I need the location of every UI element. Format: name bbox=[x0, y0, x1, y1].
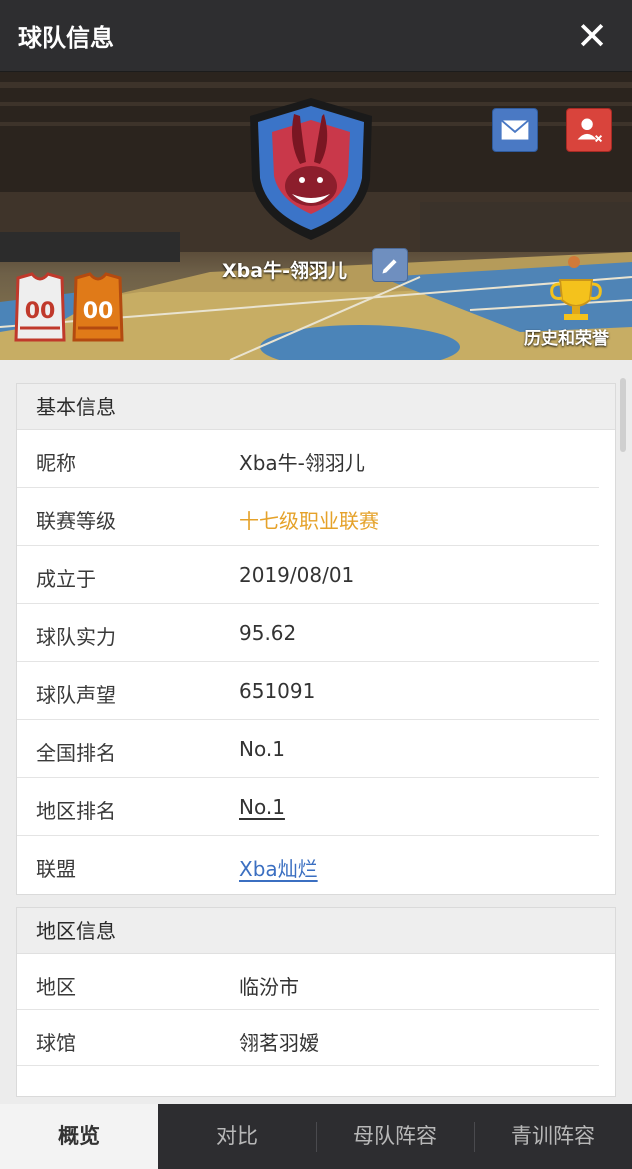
info-row-league-level: 联赛等级 十七级职业联赛 bbox=[17, 488, 599, 546]
mail-icon bbox=[501, 119, 529, 140]
team-name: Xba牛-翎羽儿 bbox=[222, 260, 347, 282]
info-row-regional-rank: 地区排名 No.1 bbox=[17, 778, 599, 836]
tab-youth-roster[interactable]: 青训阵容 bbox=[474, 1104, 632, 1169]
row-label: 全国排名 bbox=[36, 741, 116, 765]
history-honor-label: 历史和荣誉 bbox=[524, 329, 609, 349]
scrollbar[interactable] bbox=[620, 378, 626, 452]
row-label: 联盟 bbox=[36, 857, 76, 881]
tab-overview[interactable]: 概览 bbox=[0, 1104, 158, 1169]
info-row-arena: 球馆 翎茗羽嫒 bbox=[17, 1010, 599, 1066]
row-value: 十七级职业联赛 bbox=[239, 509, 379, 533]
close-icon[interactable]: ✕ bbox=[574, 16, 610, 56]
mail-button[interactable] bbox=[492, 108, 538, 152]
row-label: 昵称 bbox=[36, 451, 76, 475]
row-value: 95.62 bbox=[239, 621, 297, 645]
away-jersey-number: 00 bbox=[83, 299, 114, 324]
row-label: 地区 bbox=[36, 975, 76, 999]
info-row-national-rank: 全国排名 No.1 bbox=[17, 720, 599, 778]
bottom-tab-bar: 概览 对比 母队阵容 青训阵容 bbox=[0, 1104, 632, 1169]
pencil-icon bbox=[382, 259, 397, 274]
basic-info-panel: 基本信息 昵称 Xba牛-翎羽儿 联赛等级 十七级职业联赛 成立于 2019/0… bbox=[16, 383, 616, 895]
alliance-link[interactable]: Xba灿烂 bbox=[239, 853, 318, 882]
home-jersey[interactable]: 00 bbox=[12, 272, 68, 344]
row-label: 球队声望 bbox=[36, 683, 116, 707]
info-row-founded: 成立于 2019/08/01 bbox=[17, 546, 599, 604]
trophy-icon bbox=[550, 279, 602, 320]
jersey-icon: 00 bbox=[72, 272, 124, 342]
jersey-icon: 00 bbox=[14, 272, 66, 342]
region-info-panel: 地区信息 地区 临汾市 球馆 翎茗羽嫒 bbox=[16, 907, 616, 1097]
basic-info-title: 基本信息 bbox=[17, 384, 615, 430]
row-label: 联赛等级 bbox=[36, 509, 116, 533]
info-row-reputation: 球队声望 651091 bbox=[17, 662, 599, 720]
row-value: No.1 bbox=[239, 737, 285, 761]
row-value: Xba牛-翎羽儿 bbox=[239, 451, 365, 475]
tab-compare[interactable]: 对比 bbox=[158, 1104, 316, 1169]
tab-main-roster[interactable]: 母队阵容 bbox=[316, 1104, 474, 1169]
top-bar: 球队信息 ✕ bbox=[0, 0, 632, 72]
team-banner: Xba牛-翎羽儿 00 00 历史和荣誉 bbox=[0, 72, 632, 360]
info-row-region: 地区 临汾市 bbox=[17, 954, 599, 1010]
row-label: 成立于 bbox=[36, 567, 96, 591]
team-logo-icon bbox=[250, 98, 372, 240]
home-jersey-number: 00 bbox=[25, 299, 56, 324]
page-title: 球队信息 bbox=[18, 24, 114, 52]
row-value: 翎茗羽嫒 bbox=[239, 1031, 319, 1055]
edit-name-button[interactable] bbox=[372, 248, 408, 282]
info-row-alliance: 联盟 Xba灿烂 bbox=[17, 836, 599, 894]
report-user-button[interactable] bbox=[566, 108, 612, 152]
away-jersey[interactable]: 00 bbox=[70, 272, 126, 344]
row-value: 临汾市 bbox=[239, 975, 299, 999]
row-label: 地区排名 bbox=[36, 799, 116, 823]
row-value: 2019/08/01 bbox=[239, 563, 355, 587]
row-label: 球队实力 bbox=[36, 625, 116, 649]
regional-rank-link[interactable]: No.1 bbox=[239, 795, 285, 819]
row-value: 651091 bbox=[239, 679, 316, 703]
user-report-icon bbox=[577, 118, 603, 143]
region-info-title: 地区信息 bbox=[17, 908, 615, 954]
info-row-nickname: 昵称 Xba牛-翎羽儿 bbox=[17, 430, 599, 488]
row-label: 球馆 bbox=[36, 1031, 76, 1055]
info-row-strength: 球队实力 95.62 bbox=[17, 604, 599, 662]
